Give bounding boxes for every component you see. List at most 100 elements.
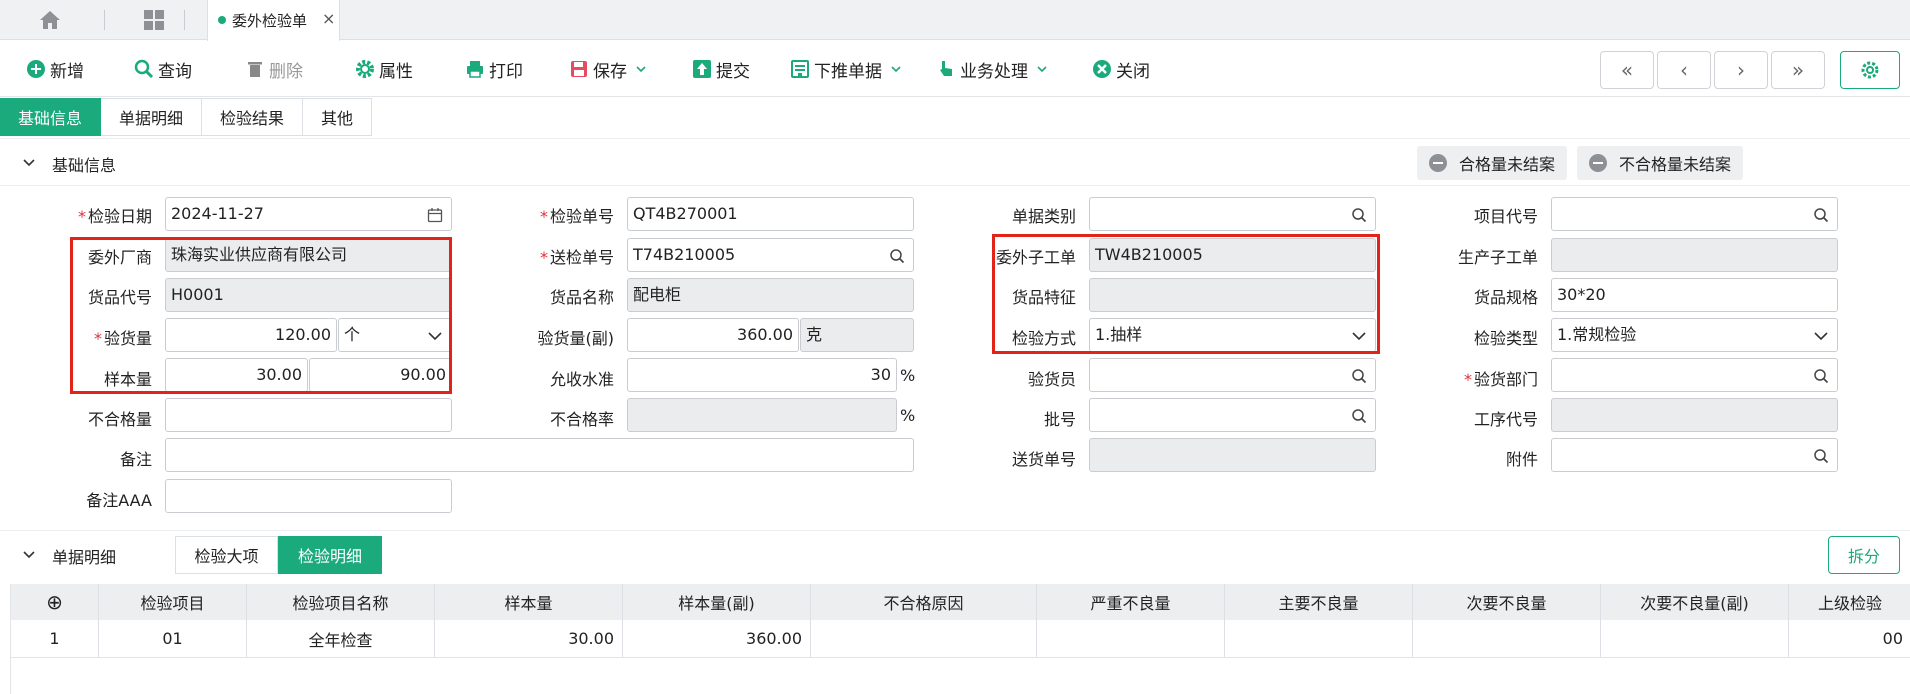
qty-sub-unit-field: 克 xyxy=(800,318,914,352)
defect-qty-label: 不合格量 xyxy=(87,410,152,429)
attachment-field[interactable] xyxy=(1551,438,1838,472)
divider xyxy=(184,10,185,30)
detail-table: ⊕ 检验项目 检验项目名称 样本量 样本量(副) 不合格原因 严重不良量 主要不… xyxy=(10,584,1910,694)
tab-outsource-inspection[interactable]: 委外检验单 × xyxy=(207,0,340,41)
table-row[interactable]: 1 01 全年检查 30.00 360.00 00 xyxy=(11,620,1910,658)
inspector-label: 验货员 xyxy=(1027,370,1076,389)
chevron-down-icon xyxy=(1037,66,1047,73)
chip-label: 不合格量未结案 xyxy=(1619,155,1732,174)
next-record-button[interactable]: › xyxy=(1714,51,1768,89)
basic-info-title: 基础信息 xyxy=(52,156,117,175)
doc-type-label: 单据类别 xyxy=(1011,207,1076,226)
print-button[interactable]: 打印 xyxy=(465,57,523,82)
home-icon[interactable] xyxy=(38,9,62,31)
inspect-type-select[interactable]: 1.常规检验 xyxy=(1551,318,1838,352)
close-tab-icon[interactable]: × xyxy=(322,9,335,28)
settings-button[interactable] xyxy=(1840,51,1900,89)
cell-reason[interactable] xyxy=(811,620,1037,657)
save-icon xyxy=(571,61,587,77)
attachment-label: 附件 xyxy=(1505,450,1538,469)
search-icon[interactable] xyxy=(1813,448,1829,464)
business-button[interactable]: 业务处理 xyxy=(936,57,1048,82)
tab-inspection-result[interactable]: 检验结果 xyxy=(202,98,304,136)
cell-severe[interactable] xyxy=(1037,620,1225,657)
print-label: 打印 xyxy=(489,61,523,82)
tab-document-detail[interactable]: 单据明细 xyxy=(101,98,203,136)
search-icon[interactable] xyxy=(889,248,905,264)
pass-qty-unclosed-button[interactable]: 合格量未结案 xyxy=(1417,146,1568,180)
qty-sub-field[interactable]: 360.00 xyxy=(627,318,799,352)
search-icon[interactable] xyxy=(1351,408,1367,424)
process-code-label: 工序代号 xyxy=(1473,410,1538,429)
accept-level-field[interactable]: 30 xyxy=(627,358,897,392)
submit-button[interactable]: 提交 xyxy=(692,57,750,82)
defect-rate-field xyxy=(627,398,897,432)
search-icon[interactable] xyxy=(1813,207,1829,223)
close-label: 关闭 xyxy=(1116,61,1150,82)
delete-label: 删除 xyxy=(269,61,303,82)
remark-aaa-field[interactable] xyxy=(165,479,452,513)
push-down-button[interactable]: 下推单据 xyxy=(790,57,902,82)
search-icon[interactable] xyxy=(1351,207,1367,223)
item-name-field: 配电柜 xyxy=(627,278,914,312)
cell-minor[interactable] xyxy=(1413,620,1601,657)
search-icon[interactable] xyxy=(1351,368,1367,384)
table-header: ⊕ 检验项目 检验项目名称 样本量 样本量(副) 不合格原因 严重不良量 主要不… xyxy=(11,584,1910,620)
calendar-icon[interactable] xyxy=(427,207,443,223)
item-spec-field[interactable]: 30*20 xyxy=(1551,278,1838,312)
query-button[interactable]: 查询 xyxy=(134,57,192,82)
chevron-down-icon[interactable] xyxy=(22,157,36,169)
accept-level-label: 允收水准 xyxy=(549,370,614,389)
save-button[interactable]: 保存 xyxy=(569,57,647,82)
project-code-field[interactable] xyxy=(1551,197,1838,231)
inspect-no-label: * 检验单号 xyxy=(539,207,614,226)
doc-type-field[interactable] xyxy=(1089,197,1376,231)
close-button[interactable]: 关闭 xyxy=(1092,57,1150,82)
column-header: 次要不良量 xyxy=(1413,584,1601,620)
cell-major[interactable] xyxy=(1225,620,1413,657)
search-icon[interactable] xyxy=(1813,368,1829,384)
cell-sample[interactable]: 30.00 xyxy=(435,620,623,657)
last-record-button[interactable]: » xyxy=(1771,51,1825,89)
fail-qty-unclosed-button[interactable]: 不合格量未结案 xyxy=(1577,146,1744,180)
tab-basic-info[interactable]: 基础信息 xyxy=(0,98,102,136)
upload-icon xyxy=(693,60,711,78)
search-icon xyxy=(134,59,154,79)
batch-field[interactable] xyxy=(1089,398,1376,432)
cell-minor-sub[interactable] xyxy=(1601,620,1789,657)
column-header: 次要不良量(副) xyxy=(1601,584,1789,620)
dept-field[interactable] xyxy=(1551,358,1838,392)
first-record-button[interactable]: « xyxy=(1600,51,1654,89)
column-header: 检验项目名称 xyxy=(247,584,435,620)
prev-record-button[interactable]: ‹ xyxy=(1657,51,1711,89)
column-header: 检验项目 xyxy=(99,584,247,620)
remark-label: 备注 xyxy=(119,450,152,469)
chevron-down-icon[interactable] xyxy=(22,549,36,561)
new-button[interactable]: 新增 xyxy=(26,57,84,82)
inspect-date-field[interactable]: 2024-11-27 xyxy=(165,197,452,231)
tab-inspection-detail[interactable]: 检验明细 xyxy=(278,536,382,574)
save-label: 保存 xyxy=(593,61,627,82)
percent-unit: % xyxy=(900,366,916,385)
inspector-field[interactable] xyxy=(1089,358,1376,392)
properties-button[interactable]: 属性 xyxy=(355,57,413,82)
split-button[interactable]: 拆分 xyxy=(1828,536,1900,574)
column-header: 样本量(副) xyxy=(623,584,811,620)
basic-info-header: 基础信息 合格量未结案 不合格量未结案 xyxy=(0,138,1910,186)
defect-qty-field[interactable] xyxy=(165,398,452,432)
inspect-no-field[interactable]: QT4B270001 xyxy=(627,197,914,231)
tab-other[interactable]: 其他 xyxy=(303,98,373,136)
send-no-field[interactable]: T74B210005 xyxy=(627,238,914,272)
delete-button[interactable]: 删除 xyxy=(245,57,303,82)
apps-grid-icon[interactable] xyxy=(143,9,165,31)
tab-inspection-category[interactable]: 检验大项 xyxy=(175,536,278,574)
cell-item[interactable]: 01 xyxy=(99,620,247,657)
remark-field[interactable] xyxy=(165,438,914,472)
cell-parent[interactable]: 00 xyxy=(1789,620,1910,657)
cell-sample-sub[interactable]: 360.00 xyxy=(623,620,811,657)
divider xyxy=(104,10,105,30)
cell-item-name[interactable]: 全年检查 xyxy=(247,620,435,657)
chevron-down-icon xyxy=(1814,332,1828,341)
add-row-icon[interactable]: ⊕ xyxy=(11,584,99,620)
column-header: 主要不良量 xyxy=(1225,584,1413,620)
